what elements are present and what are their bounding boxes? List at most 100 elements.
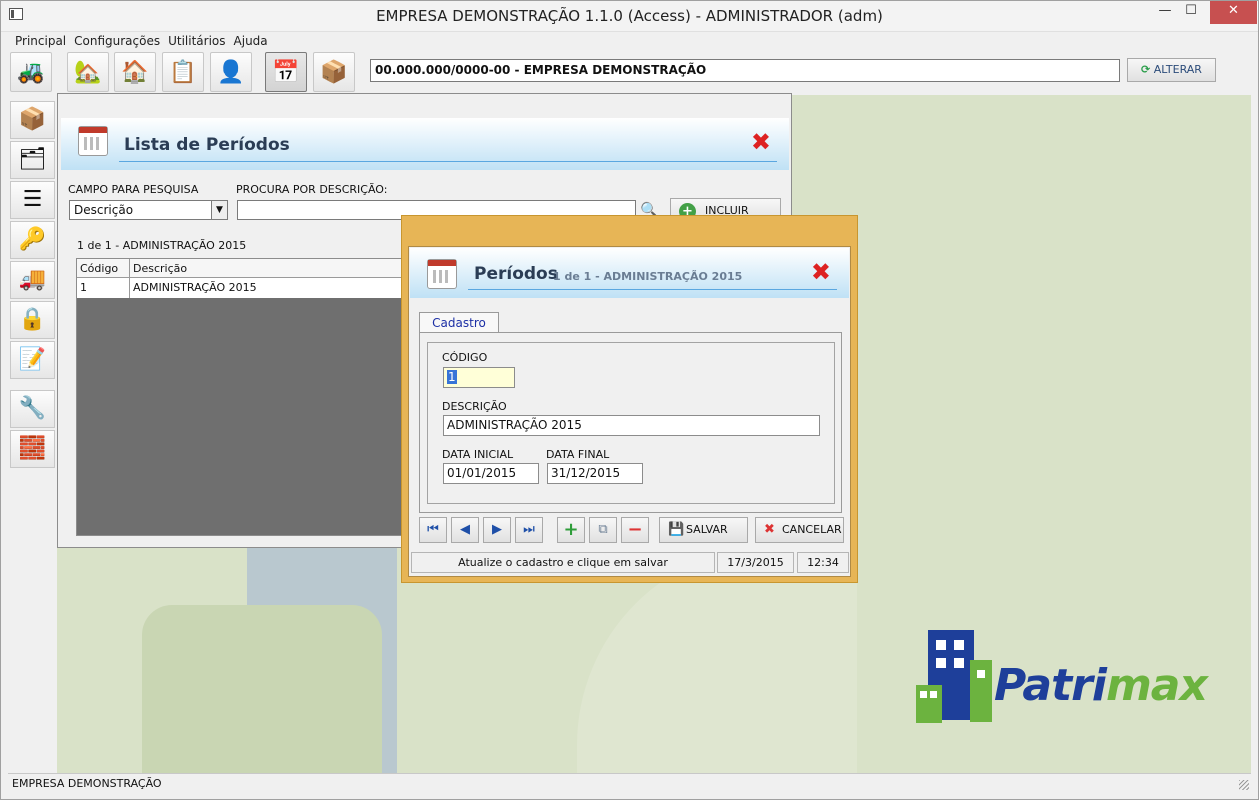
- minus-icon: −: [627, 519, 643, 540]
- clipboard-icon: 📋: [169, 60, 197, 85]
- status-time: 12:34: [797, 552, 849, 573]
- first-record-button[interactable]: ⏮: [419, 517, 447, 543]
- record-navigation: ⏮ ◀ ▶ ⏭ + ⧉ − 💾 SALVAR ✖ CANCELAR: [419, 517, 844, 545]
- resize-grip-icon[interactable]: [1239, 780, 1249, 790]
- tab-cadastro[interactable]: Cadastro: [419, 312, 499, 333]
- toolbar-user-button[interactable]: 👤: [210, 52, 252, 92]
- calendar-icon: 📅: [272, 60, 300, 85]
- toolbar-house-green-button[interactable]: 🏡: [67, 52, 109, 92]
- table-cell: 1: [77, 278, 130, 298]
- menu-bar: Principal Configurações Utilitários Ajuda: [8, 32, 1251, 50]
- first-icon: ⏮: [427, 522, 439, 537]
- user-icon: 👤: [217, 60, 245, 85]
- status-bar: EMPRESA DEMONSTRAÇÃO: [8, 773, 1251, 792]
- forklift-icon: 🚜: [17, 60, 45, 85]
- calendar-icon: [427, 259, 457, 289]
- sidebar-document-button[interactable]: 📝: [10, 341, 55, 379]
- keys-icon: 🔑: [18, 227, 47, 252]
- close-icon[interactable]: ✖: [811, 260, 831, 284]
- codigo-field[interactable]: 1: [443, 367, 515, 388]
- background-shape: [142, 605, 382, 773]
- column-header-codigo[interactable]: Código: [77, 259, 130, 277]
- sidebar-org-chart-button[interactable]: 🗂: [10, 141, 55, 179]
- chevron-down-icon[interactable]: ▼: [211, 201, 227, 219]
- close-window-button[interactable]: ✕: [1210, 0, 1257, 24]
- cancel-icon: ✖: [764, 522, 775, 537]
- add-record-button[interactable]: +: [557, 517, 585, 543]
- refresh-icon: ⟳: [1141, 63, 1151, 76]
- copy-record-button[interactable]: ⧉: [589, 517, 617, 543]
- sidebar-list-button[interactable]: ☰: [10, 181, 55, 219]
- data-final-label: DATA FINAL: [546, 448, 610, 461]
- previous-record-button[interactable]: ◀: [451, 517, 479, 543]
- org-chart-icon: 🗂: [18, 147, 47, 172]
- sidebar-keys-button[interactable]: 🔑: [10, 221, 55, 259]
- menu-utilitarios[interactable]: Utilitários: [164, 32, 229, 50]
- copy-icon: ⧉: [598, 522, 608, 537]
- truck-icon: 🚚: [18, 267, 47, 292]
- toolbar-forklift-button[interactable]: 🚜: [10, 52, 52, 92]
- periods-dialog: Períodos 1 de 1 - ADMINISTRAÇÃO 2015 ✖ C…: [401, 215, 858, 583]
- sidebar-lock-button[interactable]: 🔒: [10, 301, 55, 339]
- list-icon: ☰: [22, 187, 43, 212]
- procura-label: PROCURA POR DESCRIÇÃO:: [236, 183, 388, 196]
- close-icon[interactable]: ✖: [751, 130, 771, 154]
- toolbar-open-box-button[interactable]: 📦: [313, 52, 355, 92]
- campo-select-value: Descrição: [74, 203, 134, 217]
- campo-label: CAMPO PARA PESQUISA: [68, 183, 199, 196]
- status-message: Atualize o cadastro e clique em salvar: [411, 552, 715, 573]
- data-inicial-field[interactable]: 01/01/2015: [443, 463, 539, 484]
- codigo-label: CÓDIGO: [442, 351, 488, 364]
- toolbar-calendar-button[interactable]: 📅: [265, 52, 307, 92]
- dialog-body: Períodos 1 de 1 - ADMINISTRAÇÃO 2015 ✖ C…: [408, 246, 851, 577]
- menu-ajuda[interactable]: Ajuda: [230, 32, 272, 50]
- menu-principal[interactable]: Principal: [11, 32, 70, 50]
- codigo-value: 1: [447, 370, 457, 384]
- minimize-button[interactable]: —: [1152, 0, 1178, 24]
- lock-icon: 🔒: [18, 307, 47, 332]
- data-final-field[interactable]: 31/12/2015: [547, 463, 643, 484]
- alterar-button[interactable]: ⟳ ALTERAR: [1127, 58, 1216, 82]
- next-record-button[interactable]: ▶: [483, 517, 511, 543]
- campo-select[interactable]: Descrição ▼: [69, 200, 228, 220]
- dialog-status-bar: Atualize o cadastro e clique em salvar 1…: [411, 552, 849, 573]
- house-orange-icon: 🏠: [121, 60, 149, 85]
- list-window-header: Lista de Períodos ✖: [61, 118, 789, 170]
- salvar-button[interactable]: 💾 SALVAR: [659, 517, 748, 543]
- open-box-icon: 📦: [320, 60, 348, 85]
- maximize-button[interactable]: ☐: [1178, 0, 1204, 24]
- last-record-button[interactable]: ⏭: [515, 517, 543, 543]
- sidebar-brick-wall-button[interactable]: 🧱: [10, 430, 55, 468]
- menu-configuracoes[interactable]: Configurações: [70, 32, 164, 50]
- title-bar: EMPRESA DEMONSTRAÇÃO 1.1.0 (Access) - AD…: [0, 0, 1259, 32]
- last-icon: ⏭: [523, 522, 535, 537]
- sidebar-truck-button[interactable]: 🚚: [10, 261, 55, 299]
- document-icon: 📝: [18, 347, 47, 372]
- descricao-label: DESCRIÇÃO: [442, 400, 507, 413]
- patrimax-logo: Patrimax: [916, 630, 1216, 725]
- box-icon: 📦: [18, 107, 47, 132]
- salvar-label: SALVAR: [686, 523, 728, 536]
- cancelar-button[interactable]: ✖ CANCELAR: [755, 517, 844, 543]
- dialog-subtitle: 1 de 1 - ADMINISTRAÇÃO 2015: [553, 270, 743, 283]
- descricao-field[interactable]: ADMINISTRAÇÃO 2015: [443, 415, 820, 436]
- toolbar-house-orange-button[interactable]: 🏠: [114, 52, 156, 92]
- house-green-icon: 🏡: [74, 60, 102, 85]
- company-field[interactable]: 00.000.000/0000-00 - EMPRESA DEMONSTRAÇÃ…: [370, 59, 1120, 82]
- delete-record-button[interactable]: −: [621, 517, 649, 543]
- status-text: EMPRESA DEMONSTRAÇÃO: [12, 777, 162, 790]
- logo-building: [916, 685, 942, 723]
- sidebar-tools-button[interactable]: 🔧: [10, 390, 55, 428]
- dialog-header: Períodos 1 de 1 - ADMINISTRAÇÃO 2015 ✖: [410, 248, 849, 298]
- logo-wordmark: Patrimax: [994, 660, 1208, 711]
- tools-icon: 🔧: [18, 396, 47, 421]
- data-inicial-label: DATA INICIAL: [442, 448, 514, 461]
- cancelar-label: CANCELAR: [782, 523, 842, 536]
- calendar-icon: [78, 126, 108, 156]
- logo-building: [970, 660, 992, 722]
- record-count: 1 de 1 - ADMINISTRAÇÃO 2015: [77, 239, 247, 252]
- sidebar-box-button[interactable]: 📦: [10, 101, 55, 139]
- toolbar-clipboard-button[interactable]: 📋: [162, 52, 204, 92]
- brick-wall-icon: 🧱: [18, 436, 47, 461]
- alterar-label: ALTERAR: [1153, 63, 1202, 76]
